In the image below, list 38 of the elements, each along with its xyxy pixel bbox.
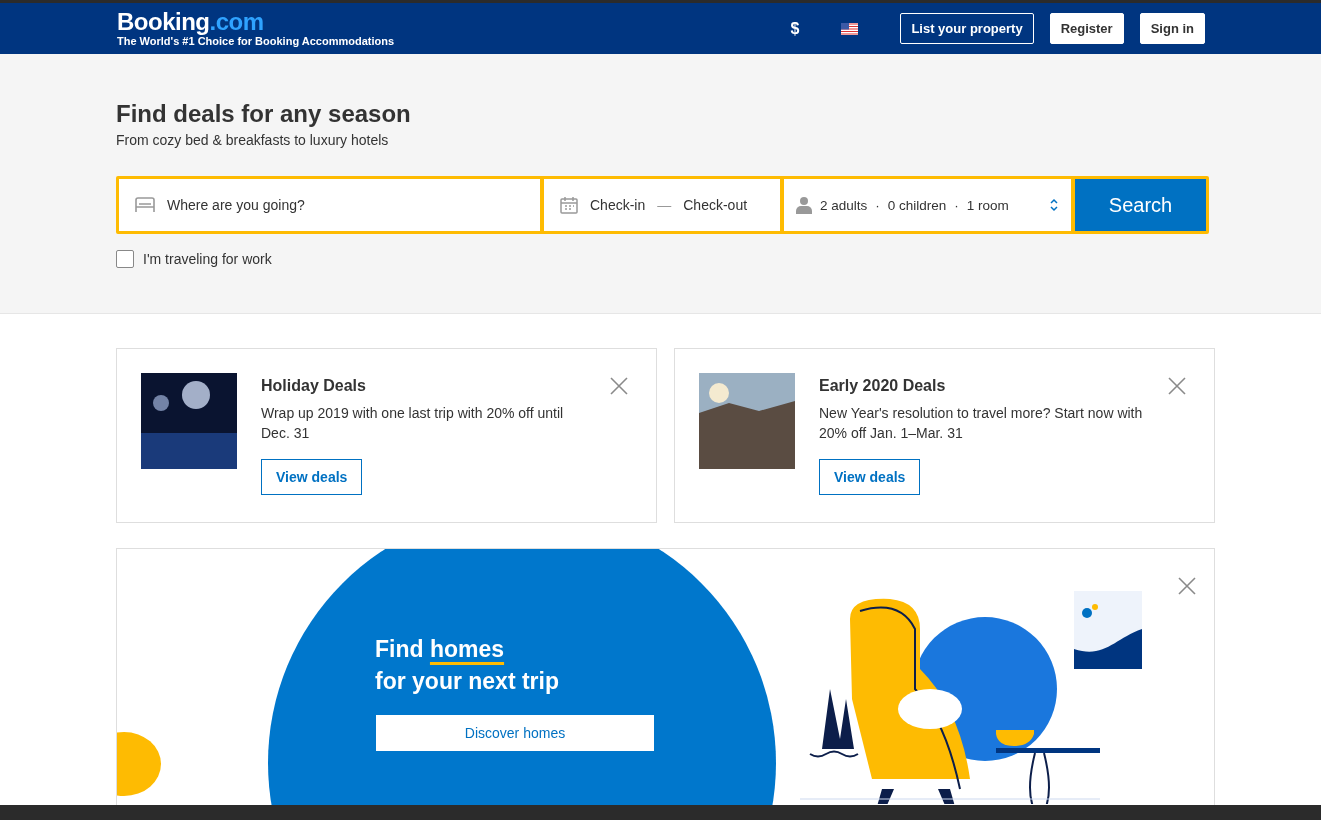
deal-description: Wrap up 2019 with one last trip with 20% off until Dec. 31: [261, 404, 565, 443]
discover-homes-button[interactable]: Discover homes: [376, 715, 654, 751]
calendar-icon: [560, 196, 578, 214]
close-icon[interactable]: [1178, 577, 1196, 595]
currency-selector[interactable]: $: [790, 19, 800, 38]
date-separator: —: [657, 197, 672, 213]
banner-heading: Find homes for your next trip: [375, 635, 559, 696]
view-deals-button[interactable]: View deals: [819, 459, 921, 495]
header-button[interactable]: Sign in: [1139, 13, 1205, 44]
hero-title: Find deals for any season: [116, 99, 412, 128]
chevron-up-down-icon: [1049, 198, 1059, 212]
flag-icon[interactable]: [841, 22, 859, 35]
bed-icon: [135, 197, 155, 213]
view-deals-button[interactable]: View deals: [261, 459, 363, 495]
deal-title: Early 2020 Deals: [819, 377, 947, 395]
deal-title: Holiday Deals: [261, 377, 367, 395]
hero-subtitle: From cozy bed & breakfasts to luxury hotels: [116, 132, 390, 148]
adults-count: 2 adults: [820, 197, 868, 213]
logo[interactable]: Booking.com: [117, 10, 395, 34]
guests-field[interactable]: 2 adults · 0 children · 1 room: [784, 179, 1071, 231]
dot-separator: ·: [954, 197, 959, 213]
children-count: 0 children: [887, 197, 947, 213]
checkbox[interactable]: [116, 250, 134, 268]
close-icon[interactable]: [610, 377, 628, 395]
tagline: The World's #1 Choice for Booking Accommodations: [117, 35, 395, 47]
rooms-count: 1 room: [966, 197, 1009, 213]
check-out-label: Check-out: [683, 197, 748, 213]
date-field[interactable]: Check-in — Check-out: [544, 179, 780, 231]
deal-description: New Year's resolution to travel more? Start now with 20% off Jan. 1–Mar. 31: [819, 404, 1144, 443]
dot-separator: ·: [875, 197, 880, 213]
destination-field[interactable]: Where are you going?: [119, 179, 540, 231]
checkbox-label: I'm traveling for work: [143, 251, 272, 267]
search-button[interactable]: Search: [1075, 179, 1206, 231]
person-icon: [796, 196, 812, 214]
close-icon[interactable]: [1168, 377, 1186, 395]
header-button[interactable]: List your property: [900, 13, 1034, 44]
check-in-label: Check-in: [590, 197, 646, 213]
header-button[interactable]: Register: [1049, 13, 1124, 44]
